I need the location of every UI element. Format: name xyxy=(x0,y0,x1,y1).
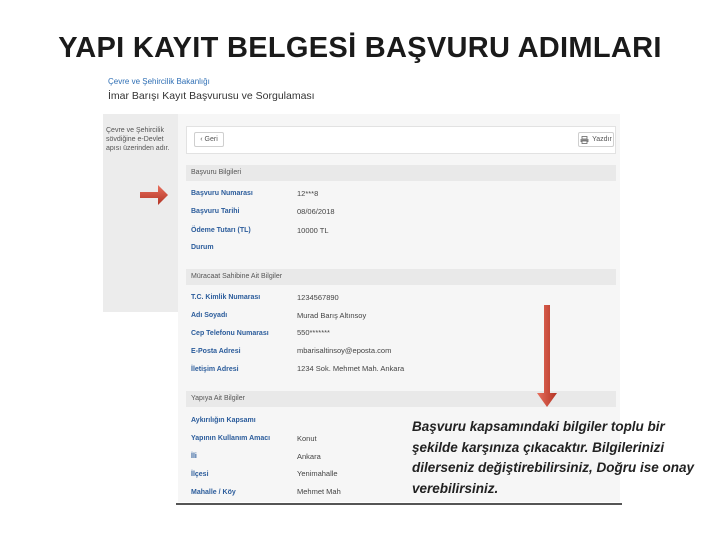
label-tc-id: T.C. Kimlik Numarası xyxy=(191,294,261,301)
value-usage-purpose: Konut xyxy=(297,434,317,443)
section-applicant-header: Müracaat Sahibine Ait Bilgiler xyxy=(186,269,616,285)
label-payment-amount: Ödeme Tutarı (TL) xyxy=(191,227,251,234)
label-usage-purpose: Yapının Kullanım Amacı xyxy=(191,435,271,442)
value-tc-id: 1234567890 xyxy=(297,293,339,302)
value-email: mbarisaltinsoy@eposta.com xyxy=(297,346,392,355)
value-mobile: 550******* xyxy=(297,328,330,337)
label-email: E-Posta Adresi xyxy=(191,348,241,355)
label-mobile: Cep Telefonu Numarası xyxy=(191,330,269,337)
label-district: İlçesi xyxy=(191,471,209,478)
chevron-left-icon: ‹ xyxy=(200,136,203,143)
label-address: İletişim Adresi xyxy=(191,366,239,373)
app-title: İmar Barışı Kayıt Başvurusu ve Sorgulama… xyxy=(108,90,315,102)
label-application-number: Başvuru Numarası xyxy=(191,190,253,197)
value-payment-amount: 10000 TL xyxy=(297,226,329,235)
value-neighborhood: Mehmet Mah xyxy=(297,487,341,496)
label-application-date: Başvuru Tarihi xyxy=(191,208,240,215)
section-application-header: Başvuru Bilgileri xyxy=(186,165,616,181)
value-district: Yenimahalle xyxy=(297,469,338,478)
print-button-label: Yazdır xyxy=(592,136,612,143)
value-full-name: Murad Barış Altınsoy xyxy=(297,311,367,320)
print-button[interactable]: Yazdır xyxy=(578,132,614,147)
slide-title: YAPI KAYIT BELGESİ BAŞVURU ADIMLARI xyxy=(58,32,662,64)
value-address: 1234 Sok. Mehmet Mah. Ankara xyxy=(297,364,405,373)
bottom-divider xyxy=(176,503,622,505)
value-application-date: 08/06/2018 xyxy=(297,207,335,216)
label-status: Durum xyxy=(191,244,214,251)
label-full-name: Adı Soyadı xyxy=(191,312,228,319)
value-application-number: 12***8 xyxy=(297,189,319,198)
label-province: İli xyxy=(191,453,197,460)
printer-icon xyxy=(580,135,589,144)
arrow-down-icon xyxy=(537,305,557,407)
label-violation-scope: Aykırılığın Kapsamı xyxy=(191,417,256,424)
value-province: Ankara xyxy=(297,452,321,461)
label-neighborhood: Mahalle / Köy xyxy=(191,489,236,496)
instruction-note: Başvuru kapsamındaki bilgiler toplu bir … xyxy=(412,419,695,496)
arrow-right-icon xyxy=(140,185,168,205)
back-button[interactable]: ‹ Geri xyxy=(194,132,224,147)
back-button-label: Geri xyxy=(204,136,218,143)
ministry-name: Çevre ve Şehircilik Bakanlığı xyxy=(108,77,210,86)
toolbar xyxy=(186,126,616,154)
sidebar-text: Çevre ve Şehircilik sövdiğine e-Devlet a… xyxy=(106,127,170,152)
